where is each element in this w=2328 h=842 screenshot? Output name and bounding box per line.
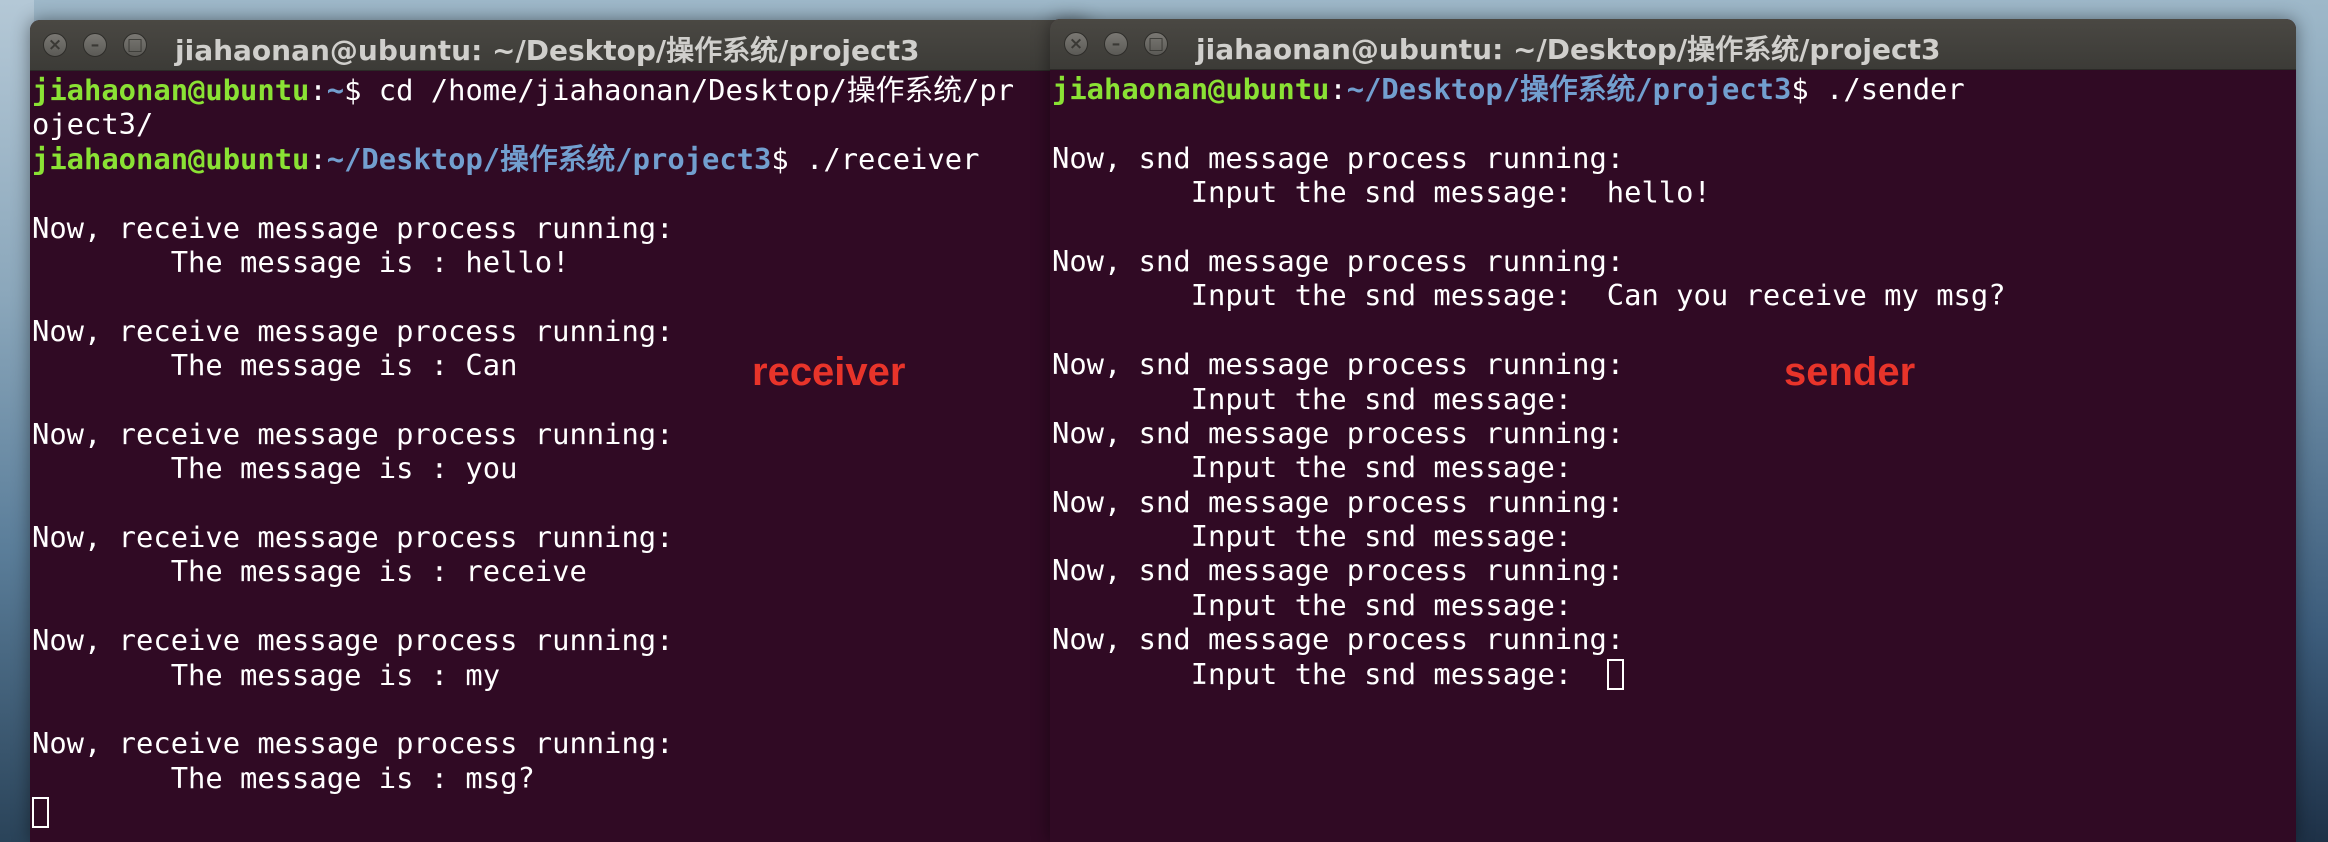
prompt-command: $ ./sender bbox=[1791, 72, 1965, 106]
minimize-icon[interactable]: – bbox=[83, 33, 107, 57]
output-text: Input the snd message: bbox=[1052, 381, 1573, 416]
output-line: Input the snd message: Can you receive m… bbox=[1052, 278, 2006, 312]
prompt-path: ~/Desktop/操作系统/project3 bbox=[1346, 72, 1792, 106]
output-line: Input the snd message: hello! bbox=[1052, 175, 2006, 209]
output-text: Input the snd message: bbox=[1052, 587, 1573, 622]
output-line: Now, snd message process running: bbox=[1052, 622, 2006, 656]
output-line: The message is : hello! bbox=[32, 245, 1014, 279]
prompt-user: jiahaonan@ubuntu bbox=[1052, 72, 1330, 106]
prompt-path: ~/Desktop/操作系统/project3 bbox=[326, 141, 772, 176]
output-text: Input the snd message: hello! bbox=[1052, 175, 1711, 210]
output-text: Now, receive message process running: bbox=[32, 210, 674, 245]
output-text: Now, receive message process running: bbox=[32, 313, 674, 348]
prompt-separator: : bbox=[1329, 72, 1347, 106]
output-line: Now, snd message process running: bbox=[1052, 485, 2006, 519]
output-text: Now, snd message process running: bbox=[1052, 347, 1625, 382]
output-line: The message is : you bbox=[32, 451, 1014, 485]
prompt-line: jiahaonan@ubuntu:~$ cd /home/jiahaonan/D… bbox=[32, 73, 1014, 107]
output-line: Now, receive message process running: bbox=[32, 417, 1014, 451]
receiver-titlebar[interactable]: × – □ jiahaonan@ubuntu: ~/Desktop/操作系统/p… bbox=[30, 20, 1090, 71]
output-text: Input the snd message: bbox=[1052, 656, 1607, 691]
output-line: The message is : msg? bbox=[32, 761, 1014, 795]
minimize-icon[interactable]: – bbox=[1104, 32, 1128, 56]
desktop-wallpaper bbox=[0, 0, 34, 842]
output-text: The message is : msg? bbox=[32, 760, 535, 795]
output-line: Input the snd message: bbox=[1052, 588, 2006, 622]
output-line: The message is : my bbox=[32, 658, 1014, 692]
receiver-terminal-content[interactable]: jiahaonan@ubuntu:~$ cd /home/jiahaonan/D… bbox=[30, 71, 1090, 842]
sender-titlebar[interactable]: × – □ jiahaonan@ubuntu: ~/Desktop/操作系统/p… bbox=[1050, 19, 2296, 70]
prompt-command: $ cd /home/jiahaonan/Desktop/操作系统/pr bbox=[344, 73, 1015, 107]
close-icon[interactable]: × bbox=[43, 33, 67, 57]
output-text: Now, receive message process running: bbox=[32, 520, 674, 555]
output-line: Input the snd message: bbox=[1052, 450, 2006, 484]
output-text: Now, receive message process running: bbox=[32, 623, 674, 658]
output-line: oject3/ bbox=[32, 107, 1014, 141]
prompt-line: jiahaonan@ubuntu:~/Desktop/操作系统/project3… bbox=[1052, 72, 2006, 106]
output-line: Input the snd message: bbox=[1052, 657, 2006, 691]
output-line: Now, snd message process running: bbox=[1052, 244, 2006, 278]
output-text: Now, snd message process running: bbox=[1052, 622, 1625, 657]
sender-window-title: jiahaonan@ubuntu: ~/Desktop/操作系统/project… bbox=[1196, 33, 1941, 66]
output-text: Now, snd message process running: bbox=[1052, 243, 1625, 278]
output-text: Input the snd message: Can you receive m… bbox=[1052, 278, 2006, 313]
output-text: Now, snd message process running: bbox=[1052, 553, 1625, 588]
prompt-user: jiahaonan@ubuntu bbox=[32, 73, 310, 107]
prompt-command: $ ./receiver bbox=[771, 141, 980, 176]
output-text: The message is : hello! bbox=[32, 244, 570, 279]
output-text: Now, receive message process running: bbox=[32, 726, 674, 761]
output-line: The message is : receive bbox=[32, 554, 1014, 588]
output-text: Now, snd message process running: bbox=[1052, 140, 1625, 175]
output-line bbox=[32, 795, 1014, 829]
output-line: Now, receive message process running: bbox=[32, 520, 1014, 554]
close-icon[interactable]: × bbox=[1064, 32, 1088, 56]
receiver-terminal-output: jiahaonan@ubuntu:~$ cd /home/jiahaonan/D… bbox=[32, 73, 1014, 830]
output-line: Now, snd message process running: bbox=[1052, 553, 2006, 587]
receiver-window-title: jiahaonan@ubuntu: ~/Desktop/操作系统/project… bbox=[175, 34, 920, 67]
output-text: Input the snd message: bbox=[1052, 450, 1573, 485]
receiver-terminal-window[interactable]: × – □ jiahaonan@ubuntu: ~/Desktop/操作系统/p… bbox=[30, 20, 1090, 842]
prompt-line: jiahaonan@ubuntu:~/Desktop/操作系统/project3… bbox=[32, 142, 1014, 176]
output-text: Input the snd message: bbox=[1052, 519, 1573, 554]
output-line: Now, receive message process running: bbox=[32, 623, 1014, 657]
prompt-separator: : bbox=[309, 141, 327, 176]
output-text: The message is : receive bbox=[32, 554, 587, 589]
output-text: Now, snd message process running: bbox=[1052, 484, 1625, 519]
output-text: The message is : Can bbox=[32, 348, 518, 383]
output-line: Now, receive message process running: bbox=[32, 314, 1014, 348]
text-cursor[interactable] bbox=[32, 797, 49, 829]
sender-terminal-window[interactable]: × – □ jiahaonan@ubuntu: ~/Desktop/操作系统/p… bbox=[1050, 19, 2296, 842]
output-text: Now, receive message process running: bbox=[32, 416, 674, 451]
sender-annotation-label: sender bbox=[1784, 350, 1916, 394]
output-line: Now, receive message process running: bbox=[32, 726, 1014, 760]
output-line: Now, snd message process running: bbox=[1052, 416, 2006, 450]
text-cursor[interactable] bbox=[1606, 658, 1624, 690]
receiver-annotation-label: receiver bbox=[752, 350, 906, 394]
output-line: Input the snd message: bbox=[1052, 519, 2006, 553]
maximize-icon[interactable]: □ bbox=[123, 33, 147, 57]
sender-terminal-content[interactable]: jiahaonan@ubuntu:~/Desktop/操作系统/project3… bbox=[1050, 70, 2296, 842]
output-text: Now, snd message process running: bbox=[1052, 415, 1625, 450]
maximize-icon[interactable]: □ bbox=[1144, 32, 1168, 56]
prompt-user: jiahaonan@ubuntu bbox=[32, 141, 310, 176]
output-line: Now, receive message process running: bbox=[32, 211, 1014, 245]
prompt-path: ~ bbox=[326, 73, 345, 107]
output-text: The message is : you bbox=[32, 451, 518, 486]
output-text: oject3/ bbox=[32, 107, 154, 142]
prompt-separator: : bbox=[309, 73, 327, 107]
output-text: The message is : my bbox=[32, 657, 501, 692]
output-line: Now, snd message process running: bbox=[1052, 141, 2006, 175]
